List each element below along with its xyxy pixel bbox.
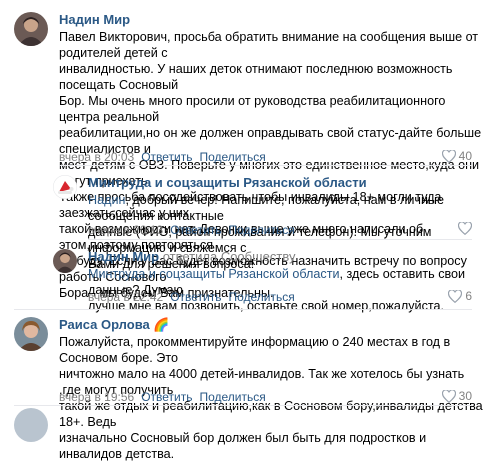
comment-3: Надин Мир ответила Сообществу Минтруда и… bbox=[0, 239, 486, 313]
text-line: Бор. Мы очень много просили от руководст… bbox=[59, 94, 446, 124]
avatar-photo-icon bbox=[53, 249, 77, 273]
comment-2: Минтруда и соцзащиты Рязанской области Н… bbox=[0, 165, 486, 271]
like-button[interactable]: 6 bbox=[448, 289, 472, 303]
comment-author[interactable]: Надин Мир bbox=[59, 12, 130, 27]
comment-time[interactable]: вчера в 22:42 bbox=[88, 290, 163, 304]
rainbow-emoji-icon: 🌈 bbox=[153, 317, 170, 332]
heart-icon bbox=[458, 222, 472, 235]
share-link[interactable]: Поделиться bbox=[228, 223, 294, 237]
avatar-photo-icon bbox=[14, 317, 48, 351]
text-line: Надин, добрый вечер! Напишите, пожалуйст… bbox=[88, 192, 478, 224]
comment-4: Раиса Орлова 🌈 Пожалуйста, прокомментиру… bbox=[0, 309, 486, 461]
text-line: Пожалуйста, прокомментируйте информацию … bbox=[59, 335, 451, 365]
mention-link[interactable]: Минтруда и соцзащиты Рязанской области bbox=[88, 267, 340, 281]
heart-icon bbox=[441, 149, 456, 163]
comment-meta: вчера в 19:56 Ответить Поделиться bbox=[59, 390, 266, 404]
comment-time[interactable]: вчера в 19:56 bbox=[59, 390, 134, 404]
avatar-ministry[interactable] bbox=[53, 175, 77, 199]
avatar-photo-icon bbox=[14, 12, 48, 46]
reply-link[interactable]: Ответить bbox=[141, 390, 192, 404]
comments-feed: Надин Мир Павел Викторович, просьба обра… bbox=[0, 0, 486, 461]
comment-1: Надин Мир Павел Викторович, просьба обра… bbox=[0, 0, 486, 300]
author-name[interactable]: Раиса Орлова bbox=[59, 317, 150, 332]
text-fragment: , добрый вечер! Напишите, пожалуйста, на… bbox=[88, 193, 444, 223]
avatar-nadin-mir[interactable] bbox=[14, 12, 48, 46]
text-line: Павел Викторович, просьба обратить внима… bbox=[59, 30, 479, 60]
comment-time[interactable]: вчера в 20:13 bbox=[88, 223, 163, 237]
like-button[interactable]: 30 bbox=[441, 389, 472, 403]
avatar-next-comment[interactable] bbox=[14, 408, 48, 442]
avatar-nadin-mir[interactable] bbox=[53, 249, 77, 273]
replied-to-label[interactable]: ответила Сообществу bbox=[163, 249, 296, 264]
comment-meta: вчера в 22:42 Ответить Поделиться bbox=[88, 290, 295, 304]
like-button[interactable] bbox=[458, 222, 472, 235]
comment-author: Надин Мир ответила Сообществу bbox=[88, 249, 295, 264]
like-count: 6 bbox=[465, 289, 472, 303]
santa-hat-logo-icon bbox=[53, 175, 77, 199]
like-button[interactable]: 40 bbox=[441, 149, 472, 163]
reply-link[interactable]: Ответить bbox=[170, 290, 221, 304]
reply-link[interactable]: Ответить bbox=[170, 223, 221, 237]
reply-link[interactable]: Ответить bbox=[141, 150, 192, 164]
separator bbox=[14, 405, 472, 406]
avatar-raisa-orlova[interactable] bbox=[14, 317, 48, 351]
comment-meta: вчера в 20:03 Ответить Поделиться bbox=[59, 150, 266, 164]
comment-author: Раиса Орлова 🌈 bbox=[59, 317, 170, 333]
mention-link[interactable]: Надин bbox=[88, 193, 125, 207]
heart-icon bbox=[441, 389, 456, 403]
comment-author[interactable]: Минтруда и соцзащиты Рязанской области bbox=[88, 175, 367, 190]
text-line: изначально Сосновый бор должен был быть … bbox=[59, 431, 427, 461]
text-line: инвалидностью. У наших деток отнимают по… bbox=[59, 62, 453, 92]
like-count: 40 bbox=[458, 149, 472, 163]
heart-icon bbox=[448, 289, 463, 303]
author-name[interactable]: Надин Мир bbox=[88, 249, 159, 264]
share-link[interactable]: Поделиться bbox=[199, 390, 265, 404]
share-link[interactable]: Поделиться bbox=[199, 150, 265, 164]
share-link[interactable]: Поделиться bbox=[228, 290, 294, 304]
like-count: 30 bbox=[458, 389, 472, 403]
comment-meta: вчера в 20:13 Ответить Поделиться bbox=[88, 223, 295, 237]
comment-time[interactable]: вчера в 20:03 bbox=[59, 150, 134, 164]
